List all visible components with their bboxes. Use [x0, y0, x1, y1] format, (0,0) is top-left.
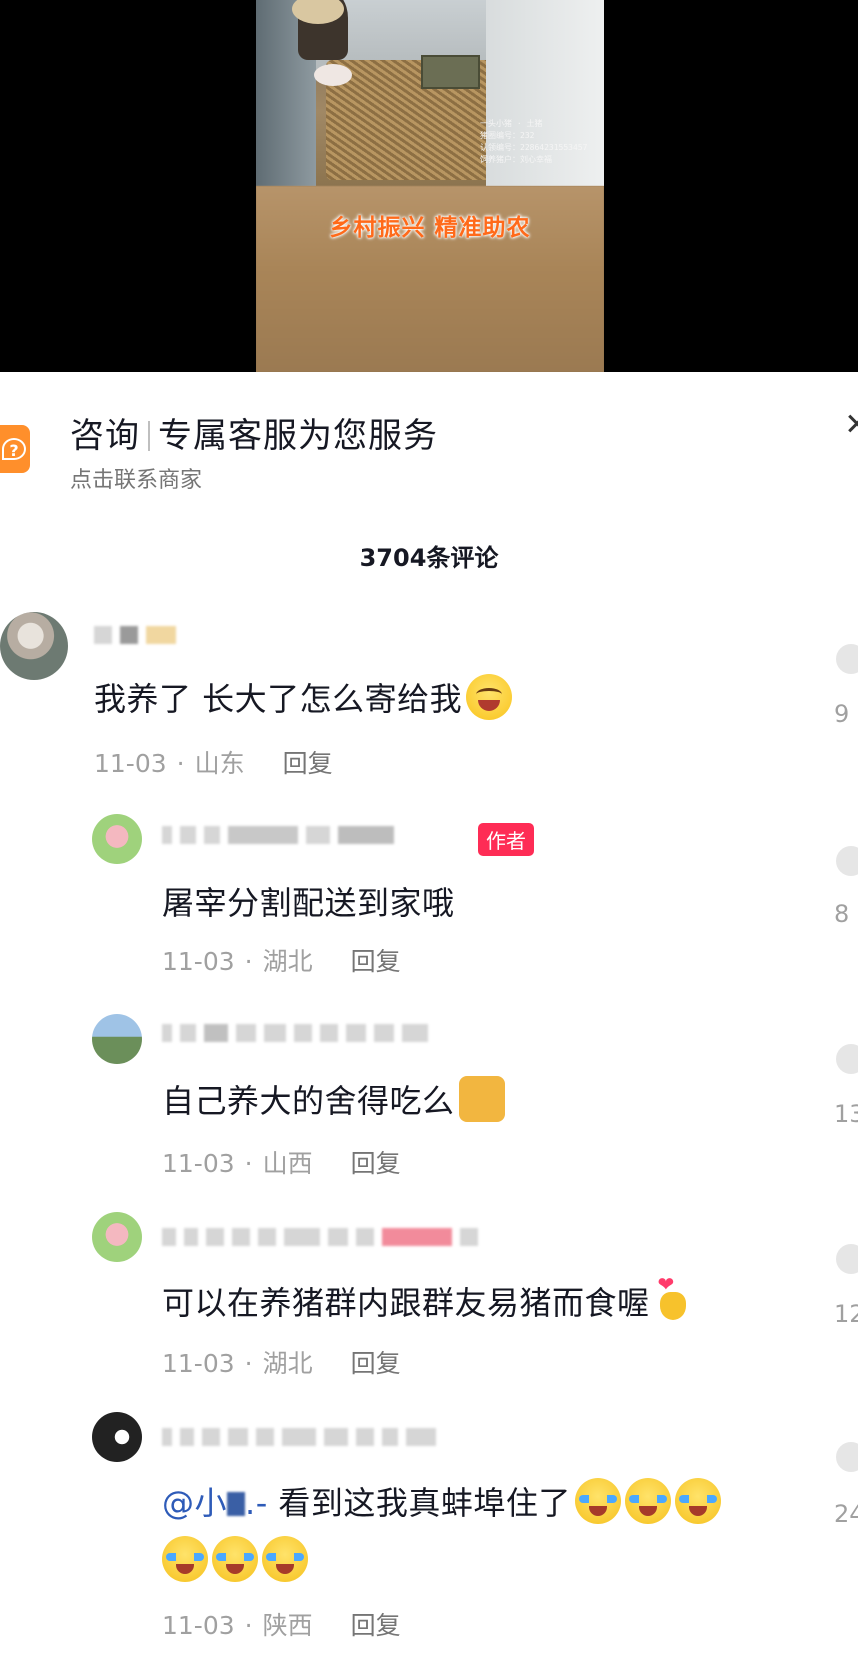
comment-meta: 11-03 · 山西 回复 — [162, 1149, 401, 1178]
overlay-line: 一头小猪 · 土猪 — [480, 119, 543, 128]
like-count: 24 — [834, 1500, 858, 1528]
like-icon[interactable] — [836, 1044, 858, 1074]
question-icon: ? — [0, 425, 30, 473]
comment-text-continued — [162, 1536, 308, 1582]
crying-laugh-emoji-icon — [262, 1536, 308, 1582]
like-count: 13 — [834, 1100, 858, 1128]
reply-button[interactable]: 回复 — [351, 1611, 401, 1640]
like-count: 8 — [834, 900, 850, 928]
comment-meta: 11-03 · 山东 回复 — [94, 749, 333, 778]
avatar[interactable] — [92, 1014, 142, 1064]
comment-date: 11-03 — [162, 1149, 235, 1178]
reply-button[interactable]: 回复 — [351, 1349, 401, 1378]
piglet — [314, 64, 352, 86]
crying-laugh-emoji-icon — [624, 1478, 671, 1524]
comment-text: 自己养大的舍得吃么 — [162, 1076, 505, 1122]
avatar[interactable] — [0, 612, 68, 680]
feeder — [421, 55, 480, 89]
comment-location: 山西 — [262, 1149, 313, 1178]
like-count: 9 — [834, 700, 850, 728]
video-banner: 乡村振兴 精准助农 — [329, 215, 531, 241]
comment-date: 11-03 — [162, 1349, 235, 1378]
username-blurred[interactable] — [162, 1024, 436, 1042]
username-blurred[interactable] — [162, 826, 402, 844]
crying-laugh-emoji-icon — [162, 1536, 208, 1582]
username-blurred[interactable] — [162, 1228, 486, 1246]
consult-title[interactable]: 咨询 专属客服为您服务 — [70, 408, 438, 457]
avatar[interactable] — [92, 814, 142, 864]
comment-location: 陕西 — [262, 1611, 313, 1640]
cat-emoji-icon — [458, 1076, 505, 1122]
overlay-line: 认领编号：22864231553457 — [480, 143, 588, 152]
like-count: 12 — [834, 1300, 858, 1328]
username-blurred[interactable] — [94, 626, 184, 644]
close-icon[interactable] — [840, 410, 858, 438]
comment-text: 我养了 长大了怎么寄给我 — [94, 674, 513, 720]
crying-laugh-emoji-icon — [212, 1536, 258, 1582]
comment-location: 湖北 — [262, 947, 313, 976]
comment-date: 11-03 — [94, 749, 167, 778]
reply-button[interactable]: 回复 — [283, 749, 333, 778]
consult-label: 咨询 — [70, 416, 140, 456]
overlay-line: 饲养猪户：刘心幸福 — [480, 155, 552, 164]
avatar[interactable] — [92, 1212, 142, 1262]
like-icon[interactable] — [836, 1442, 858, 1472]
reply-button[interactable]: 回复 — [351, 1149, 401, 1178]
comment-text: 屠宰分割配送到家哦 — [162, 884, 455, 922]
laughing-emoji-icon — [466, 674, 513, 720]
reply-button[interactable]: 回复 — [351, 947, 401, 976]
username-blurred[interactable] — [162, 1428, 444, 1446]
pig-pen-camera-view: 一头小猪 · 土猪 猪圈编号：232 认领编号：22864231553457 饲… — [256, 0, 604, 186]
like-icon[interactable] — [836, 644, 858, 674]
consult-description: 专属客服为您服务 — [158, 416, 438, 456]
comment-meta: 11-03 · 湖北 回复 — [162, 1349, 401, 1378]
overlay-line: 猪圈编号：232 — [480, 131, 535, 140]
comment-count: 3704条评论 — [359, 544, 499, 572]
author-badge: 作者 — [478, 823, 534, 856]
comment-date: 11-03 — [162, 1611, 235, 1640]
crying-laugh-emoji-icon — [574, 1478, 621, 1524]
comment-date: 11-03 — [162, 947, 235, 976]
like-icon[interactable] — [836, 1244, 858, 1274]
comment-text: 可以在养猪群内跟群友易猪而食喔 — [162, 1272, 694, 1324]
comment-location: 山东 — [194, 749, 245, 778]
comment-location: 湖北 — [262, 1349, 313, 1378]
blurred-name-fragment — [227, 1492, 246, 1516]
crying-laugh-emoji-icon — [674, 1478, 721, 1524]
divider — [148, 421, 150, 451]
comment-meta: 11-03 · 湖北 回复 — [162, 947, 401, 976]
video-frame: 一头小猪 · 土猪 猪圈编号：232 认领编号：22864231553457 饲… — [256, 0, 604, 372]
camera-info-overlay: 一头小猪 · 土猪 猪圈编号：232 认领编号：22864231553457 饲… — [480, 118, 587, 166]
video-player[interactable]: 一头小猪 · 土猪 猪圈编号：232 认领编号：22864231553457 饲… — [0, 0, 858, 372]
avatar[interactable] — [92, 1412, 142, 1462]
like-icon[interactable] — [836, 846, 858, 876]
contact-merchant-link[interactable]: 点击联系商家 — [70, 462, 202, 494]
comment-meta: 11-03 · 陕西 回复 — [162, 1611, 401, 1640]
comment-text: @小 .- 看到这我真蚌埠住了 — [162, 1478, 721, 1524]
finger-heart-emoji-icon — [654, 1272, 694, 1324]
user-mention[interactable]: @小 .- — [162, 1484, 268, 1522]
